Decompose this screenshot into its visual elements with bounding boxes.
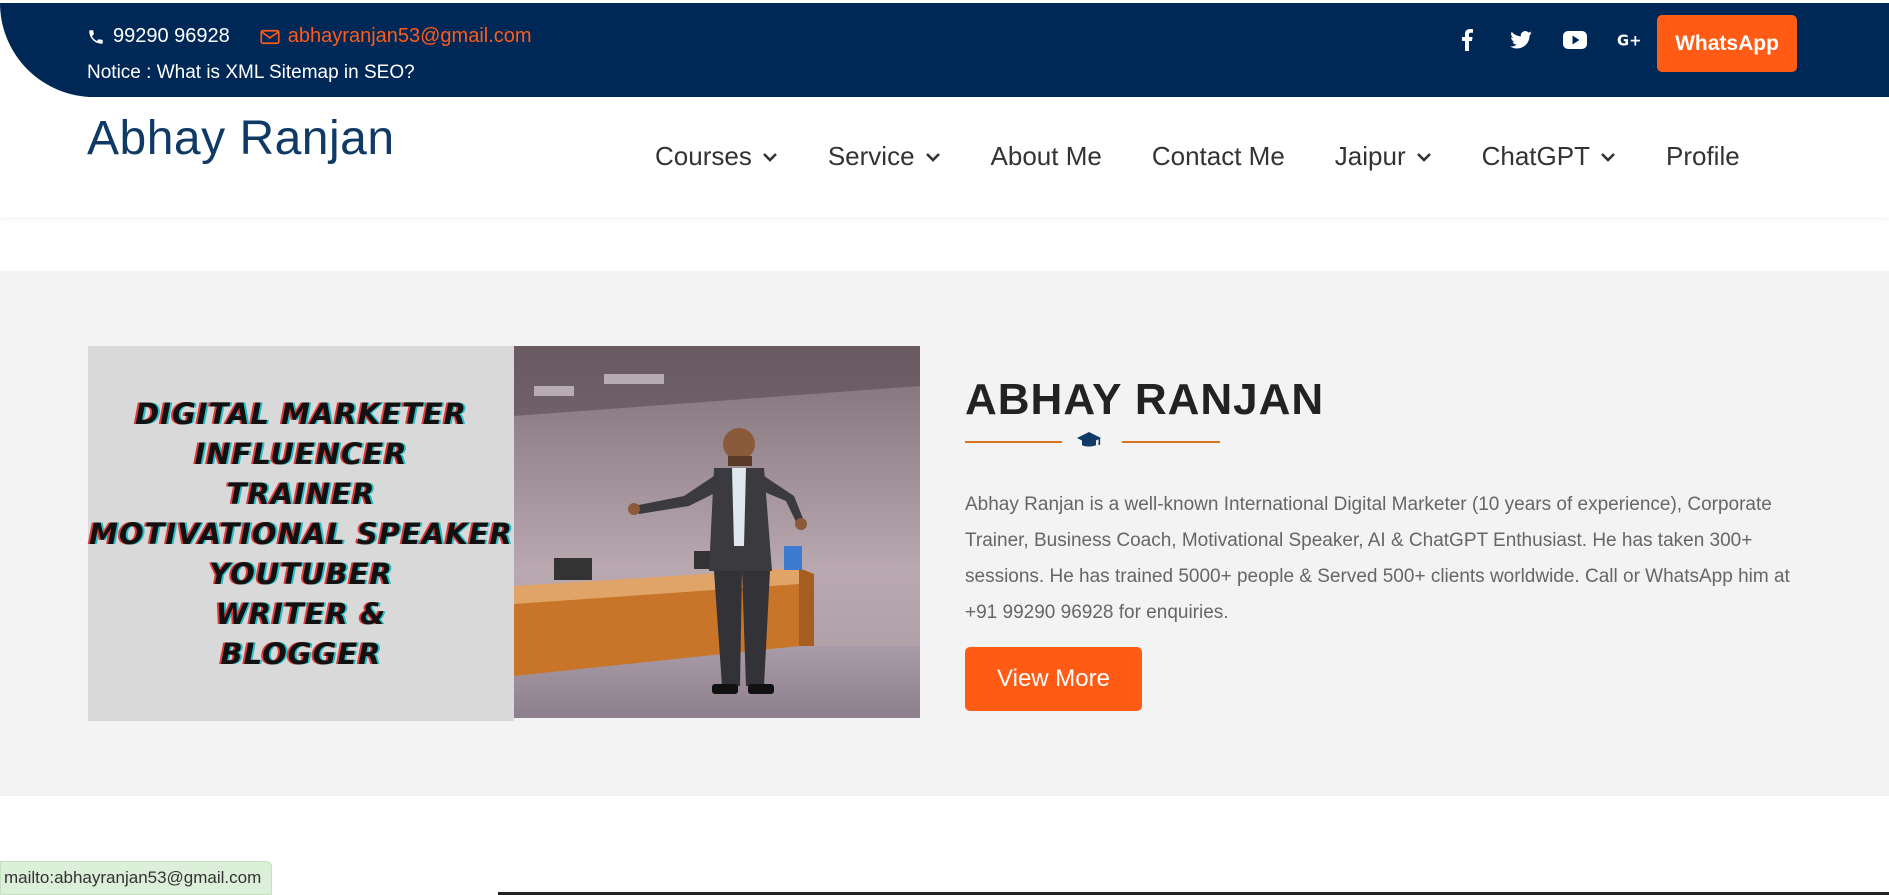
phone-link[interactable]: 99290 96928	[87, 25, 230, 48]
image-line: YOUTUBER	[209, 556, 393, 591]
chevron-down-icon	[1416, 152, 1431, 162]
email-link[interactable]: abhayranjan53@gmail.com	[260, 25, 532, 48]
hero-image-text-panel: DIGITAL MARKETER INFLUENCER TRAINER MOTI…	[88, 346, 514, 721]
about-section: DIGITAL MARKETER INFLUENCER TRAINER MOTI…	[0, 271, 1889, 796]
image-line: INFLUENCER	[194, 436, 408, 471]
main-nav: Courses Service About Me Contact Me Jaip…	[655, 141, 1740, 172]
svg-text:G+: G+	[1617, 33, 1641, 49]
twitter-icon[interactable]	[1509, 28, 1533, 52]
google-plus-icon[interactable]: G+	[1617, 28, 1641, 52]
image-line: DIGITAL MARKETER	[135, 396, 467, 431]
nav-service-label: Service	[827, 141, 915, 171]
chevron-down-icon	[762, 152, 777, 162]
nav-profile[interactable]: Profile	[1666, 141, 1740, 172]
facebook-icon[interactable]	[1455, 28, 1479, 52]
nav-chatgpt-label: ChatGPT	[1481, 141, 1590, 171]
top-contact: 99290 96928 abhayranjan53@gmail.com	[87, 25, 532, 48]
speaker-photo	[514, 346, 920, 718]
view-more-button[interactable]: View More	[965, 647, 1142, 711]
nav-contact-label: Contact Me	[1151, 141, 1285, 171]
notice-text[interactable]: Notice : What is XML Sitemap in SEO?	[87, 62, 415, 84]
site-logo[interactable]: Abhay Ranjan	[87, 111, 395, 166]
top-bar: 99290 96928 abhayranjan53@gmail.com Noti…	[0, 3, 1889, 97]
image-line: MOTIVATIONAL SPEAKER	[89, 516, 513, 551]
nav-contact[interactable]: Contact Me	[1152, 141, 1285, 172]
browser-status-bar: mailto:abhayranjan53@gmail.com	[0, 861, 273, 895]
nav-jaipur[interactable]: Jaipur	[1335, 141, 1432, 172]
social-links: G+	[1455, 28, 1641, 52]
nav-jaipur-label: Jaipur	[1334, 141, 1406, 171]
hero-image: DIGITAL MARKETER INFLUENCER TRAINER MOTI…	[88, 346, 920, 721]
email-address: abhayranjan53@gmail.com	[287, 25, 532, 47]
site-header: Abhay Ranjan Courses Service About Me Co…	[0, 97, 1889, 217]
phone-number: 99290 96928	[113, 25, 230, 47]
nav-service[interactable]: Service	[828, 141, 941, 172]
hero-description: Abhay Ranjan is a well-known Internation…	[965, 494, 1790, 623]
graduation-cap-icon	[1065, 426, 1113, 454]
nav-about[interactable]: About Me	[991, 141, 1102, 172]
youtube-icon[interactable]	[1563, 28, 1587, 52]
image-line: WRITER &	[215, 596, 387, 631]
hero-title: ABHAY RANJAN	[965, 375, 1325, 424]
nav-courses[interactable]: Courses	[655, 141, 778, 172]
nav-profile-label: Profile	[1665, 141, 1740, 171]
phone-icon	[89, 29, 103, 44]
envelope-icon	[260, 29, 280, 44]
chevron-down-icon	[925, 152, 940, 162]
chevron-down-icon	[1601, 152, 1615, 162]
nav-courses-label: Courses	[655, 141, 752, 171]
image-line: TRAINER	[226, 476, 376, 511]
title-divider	[965, 426, 1220, 456]
image-line: BLOGGER	[220, 636, 382, 671]
nav-about-label: About Me	[990, 141, 1102, 171]
nav-chatgpt[interactable]: ChatGPT	[1482, 141, 1616, 172]
whatsapp-button[interactable]: WhatsApp	[1657, 15, 1797, 72]
page: 99290 96928 abhayranjan53@gmail.com Noti…	[0, 0, 1889, 895]
